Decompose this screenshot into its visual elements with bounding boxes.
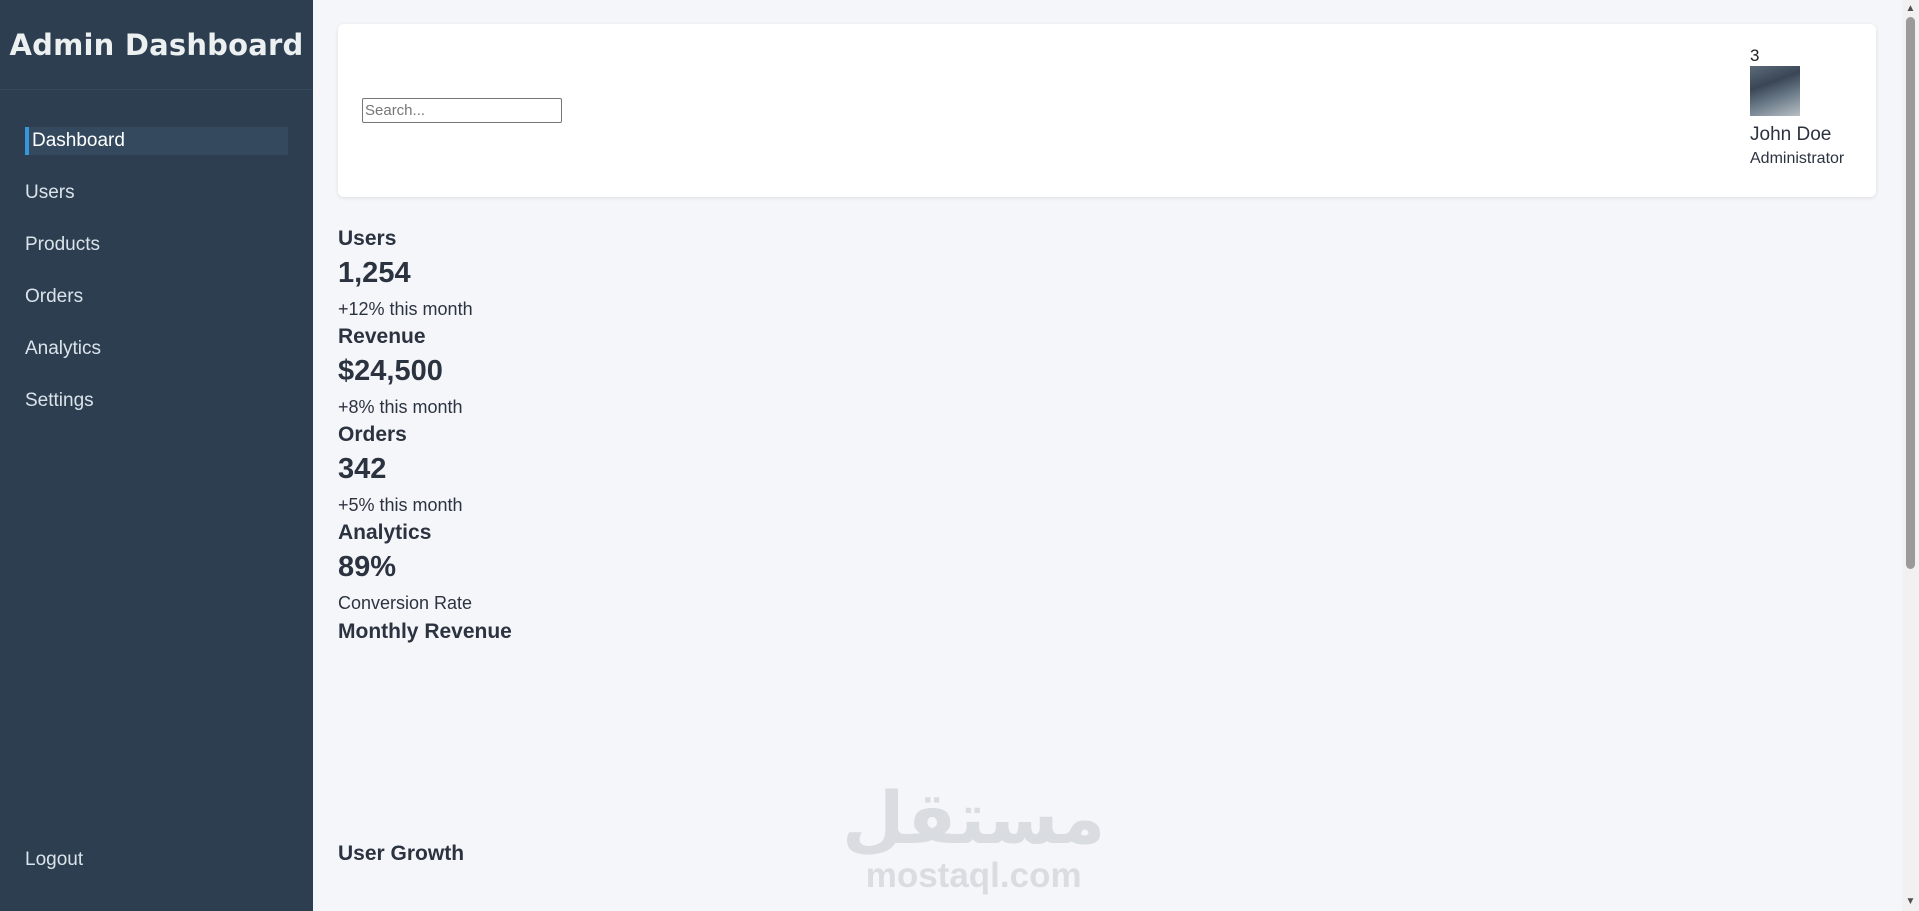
stat-subtext: +12% this month <box>338 299 473 319</box>
stat-subtext: +5% this month <box>338 495 463 515</box>
stats-section: Users 1,254 +12% this month Revenue $24,… <box>338 226 473 618</box>
stat-card-orders: Orders 342 +5% this month <box>338 422 473 520</box>
stat-title: Users <box>338 227 397 250</box>
user-name: John Doe <box>1750 124 1832 145</box>
stat-card-revenue: Revenue $24,500 +8% this month <box>338 324 473 422</box>
monthly-revenue-heading: Monthly Revenue <box>338 620 512 643</box>
sidebar-item-analytics[interactable]: Analytics <box>25 335 288 363</box>
watermark-logo: مستقل <box>842 776 1106 860</box>
scroll-down-icon[interactable]: ▼ <box>1905 895 1916 909</box>
stat-subtext: Conversion Rate <box>338 593 473 613</box>
stat-value: 1,254 <box>338 257 411 289</box>
stat-title: Orders <box>338 423 407 446</box>
sidebar-item-users[interactable]: Users <box>25 179 288 207</box>
sidebar-title: Admin Dashboard <box>0 0 313 90</box>
scroll-up-icon[interactable]: ▲ <box>1905 2 1916 16</box>
sidebar-item-dashboard[interactable]: Dashboard <box>25 127 288 155</box>
search-input[interactable] <box>362 98 562 123</box>
vertical-scrollbar[interactable]: ▲ ▼ <box>1902 0 1919 911</box>
sidebar-item-orders[interactable]: Orders <box>25 283 288 311</box>
watermark-text: mostaql.com <box>865 856 1082 895</box>
sidebar-nav: Dashboard Users Products Orders Analytic… <box>25 127 288 439</box>
watermark: مستقل mostaql.com <box>842 778 1105 894</box>
user-role: Administrator <box>1750 150 1845 167</box>
sidebar: Admin Dashboard Dashboard Users Products… <box>0 0 313 911</box>
logout-link[interactable]: Logout <box>25 849 83 871</box>
stat-card-users: Users 1,254 +12% this month <box>338 226 473 324</box>
stat-value: 342 <box>338 453 387 485</box>
scrollbar-thumb[interactable] <box>1906 17 1915 569</box>
stat-subtext: +8% this month <box>338 397 463 417</box>
user-growth-heading: User Growth <box>338 842 465 865</box>
avatar[interactable] <box>1750 66 1800 116</box>
stat-value: $24,500 <box>338 355 443 387</box>
stat-card-analytics: Analytics 89% Conversion Rate <box>338 520 473 618</box>
top-header: 3 John Doe Administrator <box>338 24 1876 197</box>
sidebar-item-settings[interactable]: Settings <box>25 387 288 415</box>
notification-count[interactable]: 3 <box>1750 46 1844 66</box>
stat-value: 89% <box>338 551 397 583</box>
stat-title: Analytics <box>338 521 432 544</box>
user-block: 3 John Doe Administrator <box>1750 46 1844 168</box>
stat-title: Revenue <box>338 325 426 348</box>
sidebar-item-products[interactable]: Products <box>25 231 288 259</box>
